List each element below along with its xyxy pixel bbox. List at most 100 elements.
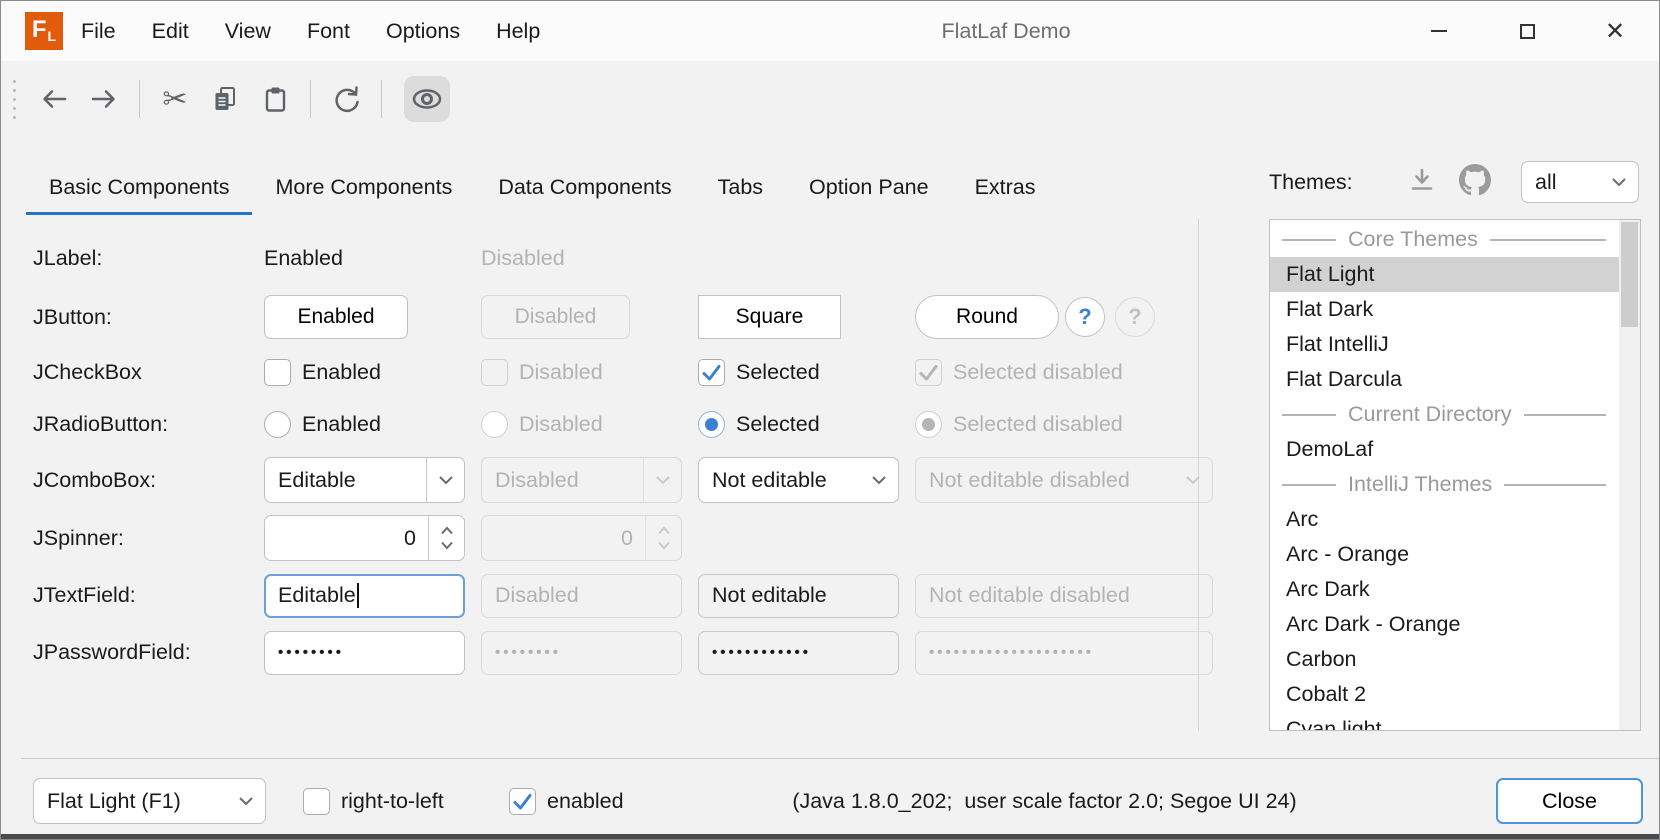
theme-filter-combobox[interactable]: all [1521, 161, 1639, 203]
close-icon: ✕ [1605, 17, 1625, 46]
radio-disabled [481, 411, 508, 438]
textfield-disabled: Disabled [481, 574, 682, 618]
chevron-down-icon [643, 458, 681, 502]
combobox-editable[interactable]: Editable [264, 457, 465, 503]
spinner-enabled[interactable]: 0 [264, 515, 465, 561]
scrollbar-thumb[interactable] [1621, 222, 1638, 327]
close-window-button[interactable]: ✕ [1571, 1, 1659, 61]
theme-item-arc-orange[interactable]: Arc - Orange [1270, 537, 1619, 572]
theme-separator: Core Themes [1270, 222, 1640, 257]
chevron-down-icon[interactable] [426, 458, 464, 502]
laf-combobox-value: Flat Light (F1) [34, 789, 227, 814]
theme-item-carbon[interactable]: Carbon [1270, 642, 1619, 677]
spinner-disabled: 0 [481, 515, 682, 561]
menu-view[interactable]: View [207, 1, 289, 61]
tab-extras[interactable]: Extras [952, 159, 1059, 215]
disabled-button: Disabled [481, 295, 630, 339]
enabled-label: enabled [547, 789, 624, 814]
theme-item-cyan-light[interactable]: Cyan light [1270, 712, 1619, 731]
menu-edit[interactable]: Edit [134, 1, 207, 61]
paste-icon [260, 84, 290, 114]
textfield-not-editable-disabled: Not editable disabled [915, 574, 1213, 618]
checkbox-selected-disabled-label: Selected disabled [953, 360, 1123, 385]
spinner-arrows [645, 516, 681, 560]
theme-item-flat-darcula[interactable]: Flat Darcula [1270, 362, 1619, 397]
square-button[interactable]: Square [698, 295, 841, 339]
textfield-editable[interactable]: Editable [264, 574, 465, 618]
chevron-down-icon[interactable] [227, 779, 265, 823]
check-icon [510, 789, 535, 814]
themes-scrollbar[interactable] [1619, 220, 1640, 730]
jpasswordfield-row-label: JPasswordField: [33, 640, 191, 665]
github-button[interactable] [1459, 164, 1491, 201]
chevron-up-icon [440, 526, 454, 535]
checkbox-selected[interactable] [698, 359, 725, 386]
tab-more-components[interactable]: More Components [252, 159, 475, 215]
minimize-button[interactable] [1395, 1, 1483, 61]
passwordfield-not-editable[interactable]: •••••••••••• [698, 631, 899, 675]
radio-selected[interactable] [698, 411, 725, 438]
theme-item-flat-light[interactable]: Flat Light [1270, 257, 1619, 292]
refresh-icon [330, 83, 362, 115]
show-hover-effects-toggle[interactable] [404, 76, 450, 122]
jspinner-row-label: JSpinner: [33, 526, 124, 551]
enabled-button[interactable]: Enabled [264, 295, 408, 339]
theme-item-arc-dark[interactable]: Arc Dark [1270, 572, 1619, 607]
cut-button[interactable]: ✂ [152, 76, 198, 122]
jradiobutton-row-label: JRadioButton: [33, 412, 168, 437]
download-icon [1407, 166, 1437, 194]
theme-item-flat-dark[interactable]: Flat Dark [1270, 292, 1619, 327]
maximize-button[interactable] [1483, 1, 1571, 61]
copy-icon [210, 84, 240, 114]
right-to-left-checkbox[interactable] [303, 788, 330, 815]
checkbox-disabled [481, 359, 508, 386]
back-button[interactable] [31, 76, 77, 122]
round-button[interactable]: Round [915, 295, 1059, 339]
jlabel-enabled: Enabled [264, 246, 343, 271]
theme-item-arc-dark-orange[interactable]: Arc Dark - Orange [1270, 607, 1619, 642]
passwordfield-not-editable-disabled: •••••••••••••••••••• [915, 631, 1213, 675]
theme-item-arc[interactable]: Arc [1270, 502, 1619, 537]
logo-letter: F [32, 12, 47, 50]
toolbar-separator [139, 80, 140, 118]
theme-separator: IntelliJ Themes [1270, 467, 1640, 502]
laf-combobox[interactable]: Flat Light (F1) [33, 778, 266, 824]
radio-selected-label: Selected [736, 412, 820, 437]
menu-font[interactable]: Font [289, 1, 368, 61]
menu-options[interactable]: Options [368, 1, 478, 61]
status-text: (Java 1.8.0_202; user scale factor 2.0; … [772, 778, 1317, 824]
enabled-checkbox-group[interactable]: enabled [509, 778, 624, 824]
refresh-button[interactable] [323, 76, 369, 122]
spinner-arrows[interactable] [428, 516, 464, 560]
close-button[interactable]: Close [1496, 778, 1643, 824]
download-theme-button[interactable] [1407, 166, 1437, 199]
checkbox-enabled[interactable] [264, 359, 291, 386]
passwordfield-editable[interactable]: •••••••• [264, 631, 465, 675]
check-icon [699, 360, 724, 385]
combobox-not-editable[interactable]: Not editable [698, 457, 899, 503]
theme-item-demolaf[interactable]: DemoLaf [1270, 432, 1619, 467]
theme-item-cobalt-2[interactable]: Cobalt 2 [1270, 677, 1619, 712]
tab-tabs[interactable]: Tabs [695, 159, 786, 215]
radio-enabled[interactable] [264, 411, 291, 438]
enabled-checkbox[interactable] [509, 788, 536, 815]
tab-basic-components[interactable]: Basic Components [26, 159, 252, 215]
tab-data-components[interactable]: Data Components [475, 159, 694, 215]
tab-option-pane[interactable]: Option Pane [786, 159, 952, 215]
theme-item-flat-intellij[interactable]: Flat IntelliJ [1270, 327, 1619, 362]
tabs-bar: Basic Components More Components Data Co… [26, 159, 1059, 215]
forward-button[interactable] [81, 76, 127, 122]
menu-help[interactable]: Help [478, 1, 558, 61]
toolbar-grip[interactable] [13, 80, 16, 119]
help-button[interactable]: ? [1065, 297, 1105, 337]
jlabel-row-label: JLabel: [33, 246, 102, 271]
chevron-down-icon[interactable] [860, 458, 898, 502]
menu-file[interactable]: File [63, 1, 134, 61]
copy-button[interactable] [202, 76, 248, 122]
paste-button[interactable] [252, 76, 298, 122]
toolbar: ✂ [1, 61, 452, 137]
flatlaf-demo-window: FL File Edit View Font Options Help Flat… [0, 0, 1660, 840]
titlebar: FL File Edit View Font Options Help Flat… [1, 1, 1659, 61]
textfield-not-editable[interactable]: Not editable [698, 574, 899, 618]
right-to-left-checkbox-group[interactable]: right-to-left [303, 778, 444, 824]
